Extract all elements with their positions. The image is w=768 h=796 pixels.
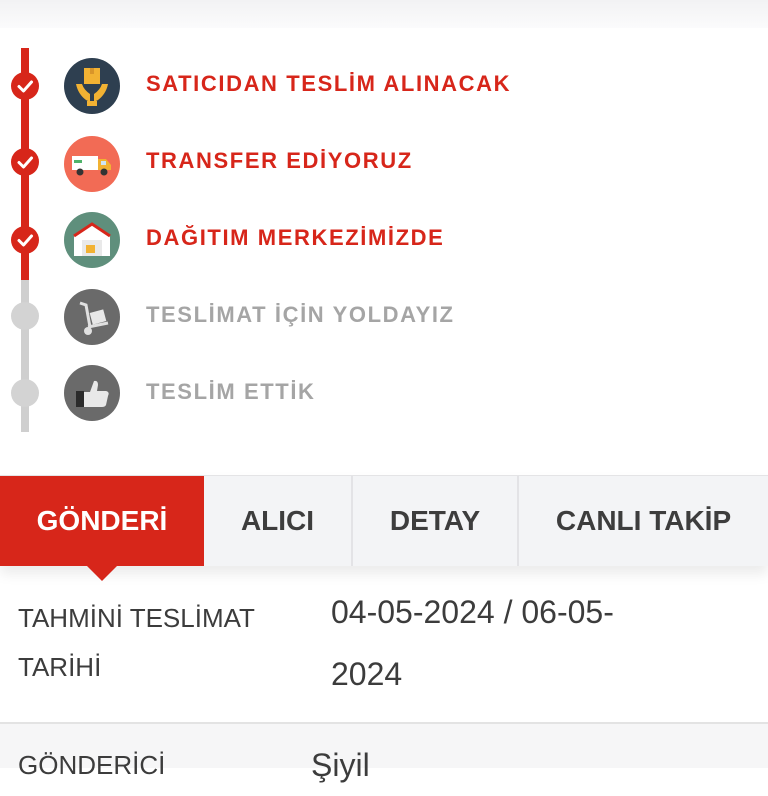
top-bar [0, 0, 768, 28]
step-4-node [11, 302, 39, 330]
check-icon [17, 156, 33, 169]
thumbs-up-icon [64, 365, 120, 421]
hand-truck-icon [64, 289, 120, 345]
step-2-check-node [11, 148, 39, 176]
estimated-delivery-label-line1: TAHMİNİ TESLİMAT [18, 603, 255, 633]
active-tab-pointer [84, 563, 120, 581]
warehouse-icon [64, 212, 120, 268]
step-2-label: TRANSFER EDİYORUZ [146, 148, 413, 173]
step-5-node [11, 379, 39, 407]
check-icon [17, 80, 33, 93]
sender-value: Şiyil [311, 747, 370, 783]
step-3-label: DAĞITIM MERKEZİMİZDE [146, 225, 445, 250]
tab-gonderi[interactable]: GÖNDERİ [0, 476, 204, 566]
check-icon [17, 234, 33, 247]
tab-detay[interactable]: DETAY [353, 476, 519, 566]
tab-canli-takip[interactable]: CANLI TAKİP [519, 476, 768, 566]
estimated-delivery-label-line2: TARİHİ [18, 652, 102, 682]
step-3-check-node [11, 226, 39, 254]
step-1-check-node [11, 72, 39, 100]
shipment-timeline: SATICIDAN TESLİM ALINACAK TRANSFER EDİYO… [0, 28, 768, 474]
estimated-delivery-value-line2: 2024 [331, 656, 403, 692]
detail-tabs: GÖNDERİ ALICI DETAY CANLI TAKİP [0, 475, 768, 566]
hands-box-icon [64, 58, 120, 114]
step-5-label: TESLİM ETTİK [146, 379, 316, 404]
step-1-label: SATICIDAN TESLİM ALINACAK [146, 71, 512, 96]
sender-label: GÖNDERİCİ [18, 750, 166, 780]
tab-alici[interactable]: ALICI [204, 476, 353, 566]
sender-row: GÖNDERİCİ Şiyil [0, 724, 768, 783]
step-4-label: TESLİMAT İÇİN YOLDAYIZ [146, 302, 455, 327]
truck-icon [64, 136, 120, 192]
estimated-delivery-value-line1: 04-05-2024 / 06-05- [331, 594, 614, 630]
